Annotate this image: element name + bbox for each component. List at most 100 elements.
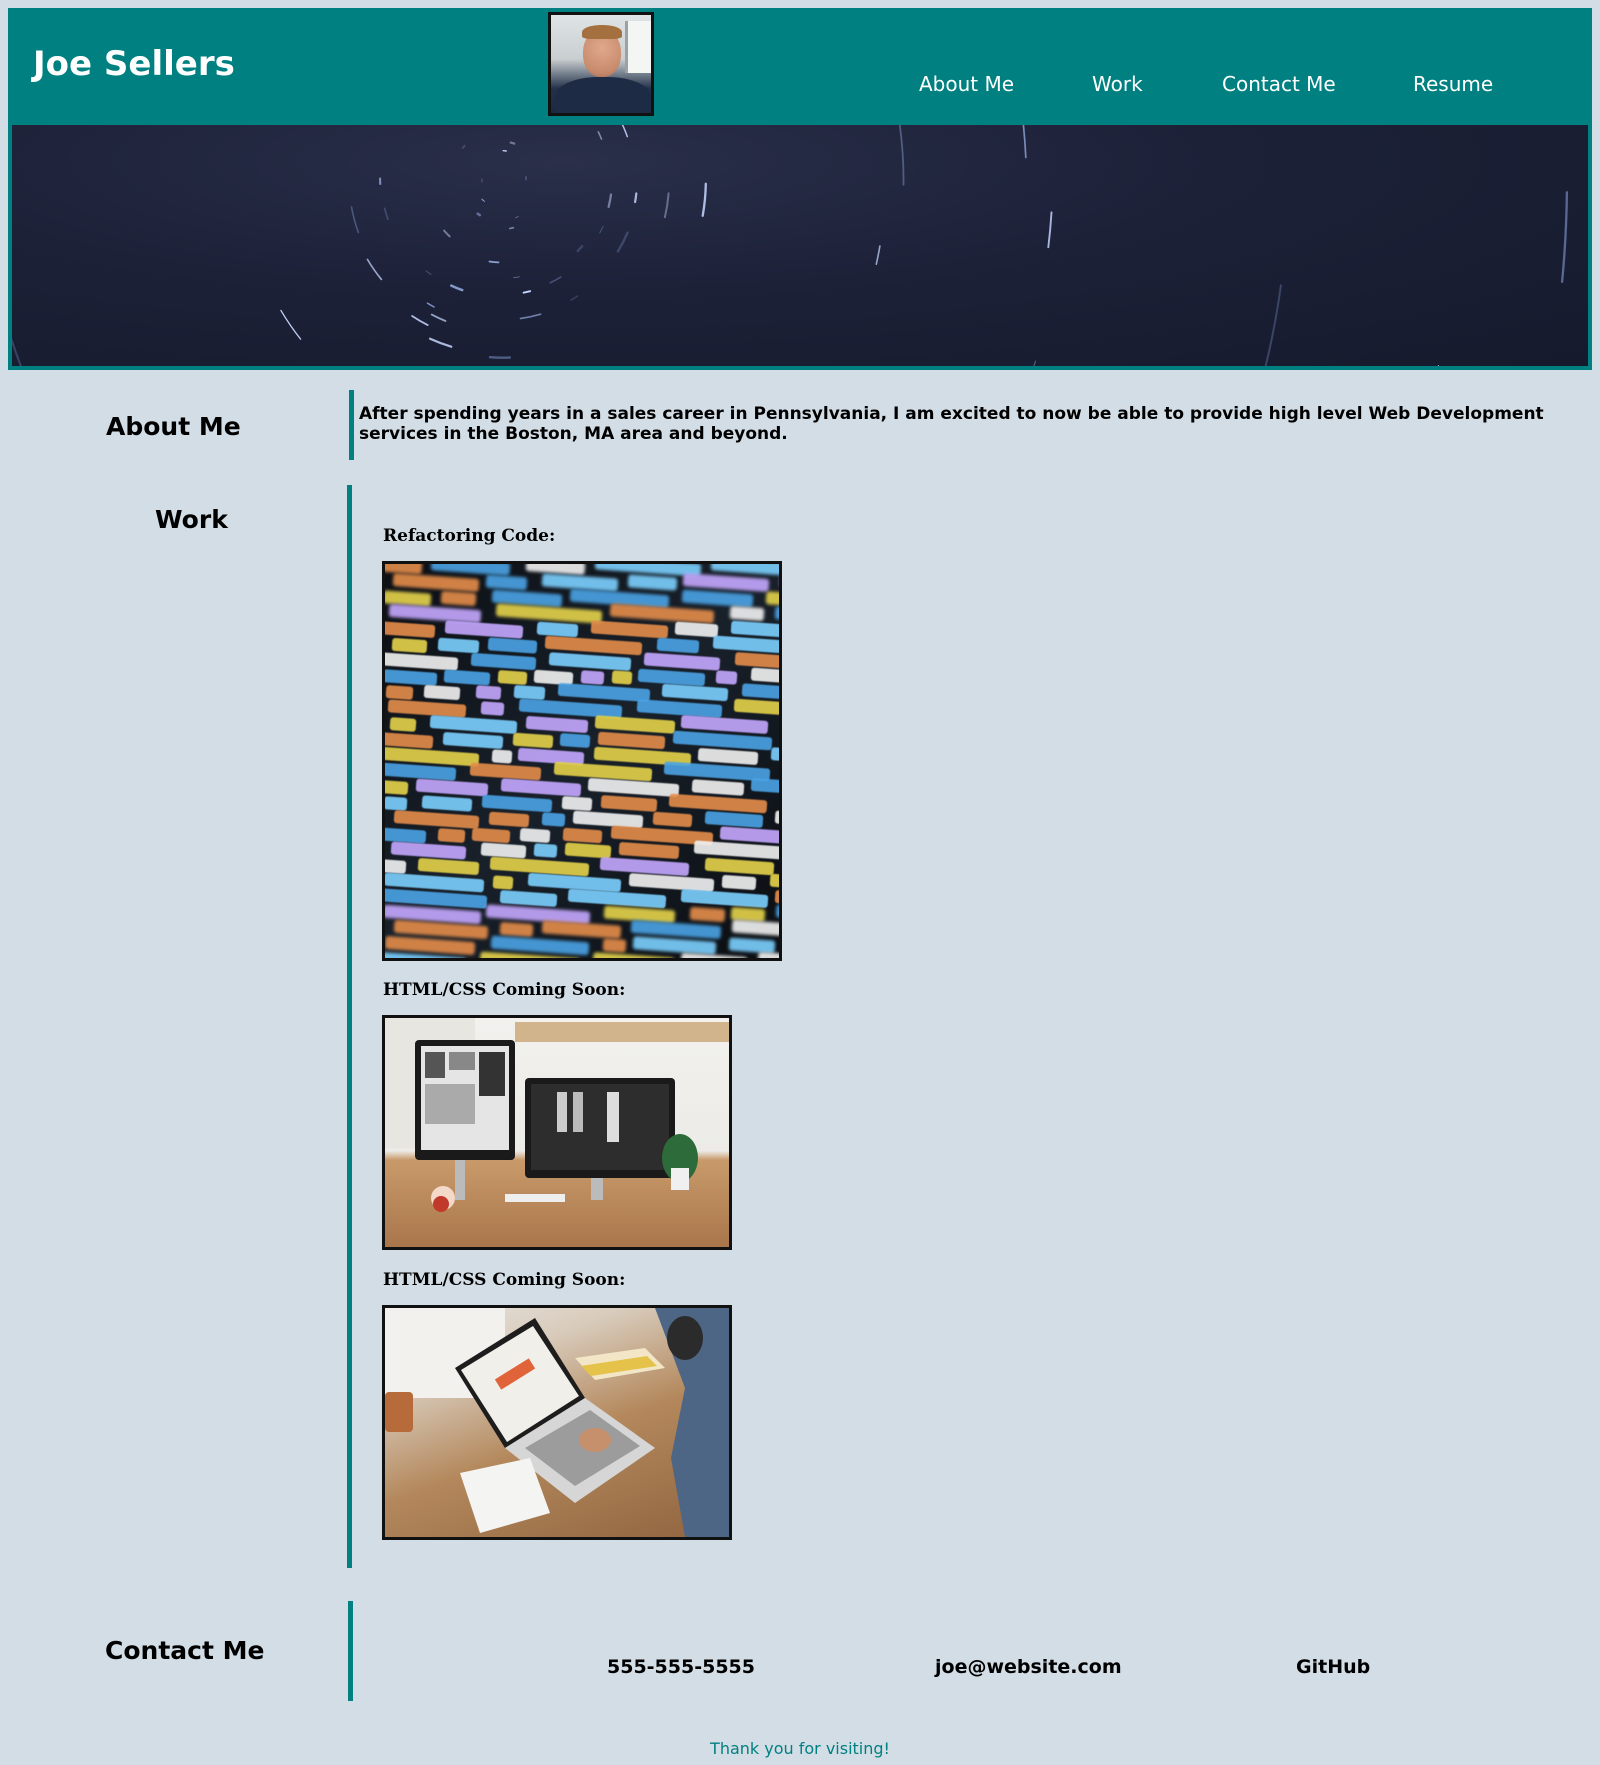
code-token bbox=[393, 809, 480, 829]
star-trail bbox=[450, 284, 464, 292]
code-token bbox=[611, 669, 633, 685]
laptop-workspace-image[interactable] bbox=[382, 1305, 732, 1540]
star-trail bbox=[508, 226, 515, 230]
code-token bbox=[750, 778, 779, 798]
code-token bbox=[385, 731, 433, 749]
code-token bbox=[705, 810, 765, 828]
code-token bbox=[600, 795, 658, 812]
code-token bbox=[440, 590, 478, 606]
desktop-monitors-image[interactable] bbox=[382, 1015, 732, 1250]
star-trail bbox=[476, 212, 482, 217]
code-token bbox=[567, 888, 667, 909]
code-token bbox=[682, 572, 770, 592]
code-token bbox=[715, 669, 738, 685]
code-token bbox=[766, 590, 779, 606]
code-token bbox=[780, 574, 782, 590]
star-trail bbox=[515, 216, 519, 219]
star-trail bbox=[426, 302, 435, 308]
star-trail bbox=[898, 125, 905, 186]
star-trail bbox=[12, 337, 23, 366]
star-trail bbox=[663, 192, 670, 219]
nav-link-contact-me[interactable]: Contact Me bbox=[1222, 72, 1336, 96]
work-item-label: Refactoring Code: bbox=[383, 526, 556, 546]
code-token bbox=[661, 684, 729, 702]
star-trail bbox=[509, 141, 516, 145]
code-token bbox=[636, 699, 723, 719]
code-token bbox=[519, 827, 551, 843]
code-token bbox=[525, 564, 585, 576]
code-token bbox=[656, 637, 701, 654]
code-token bbox=[590, 620, 669, 639]
code-token bbox=[443, 731, 505, 749]
code-token bbox=[497, 669, 528, 685]
star-trail bbox=[597, 131, 603, 140]
code-token bbox=[559, 732, 591, 748]
code-token bbox=[491, 748, 513, 764]
nav-link-about-me[interactable]: About Me bbox=[919, 72, 1014, 96]
code-token bbox=[385, 652, 459, 671]
contact-phone[interactable]: 555-555-5555 bbox=[607, 1656, 755, 1678]
star-trail bbox=[430, 313, 447, 322]
code-token bbox=[562, 827, 602, 843]
code-token bbox=[481, 794, 553, 813]
contact-email-link[interactable]: joe@website.com bbox=[935, 1656, 1122, 1678]
star-trail bbox=[383, 207, 389, 221]
star-trail bbox=[701, 182, 707, 217]
code-token bbox=[774, 810, 779, 829]
work-heading: Work bbox=[155, 505, 228, 534]
nav-link-resume[interactable]: Resume bbox=[1413, 72, 1493, 96]
work-item-label: HTML/CSS Coming Soon: bbox=[383, 1270, 626, 1290]
code-token bbox=[691, 779, 745, 796]
star-trail bbox=[875, 245, 881, 265]
code-token bbox=[710, 564, 779, 576]
code-token bbox=[757, 951, 779, 958]
code-token bbox=[597, 731, 666, 750]
about-text: After spending years in a sales career i… bbox=[359, 404, 1544, 444]
code-token bbox=[771, 746, 779, 766]
about-divider bbox=[349, 390, 354, 460]
refactoring-code-image[interactable] bbox=[382, 561, 782, 961]
code-token bbox=[429, 714, 517, 735]
contact-github-link[interactable]: GitHub bbox=[1296, 1656, 1370, 1678]
code-token bbox=[476, 685, 503, 701]
code-token bbox=[775, 903, 779, 925]
star-trail bbox=[1560, 191, 1569, 283]
code-token bbox=[774, 606, 779, 622]
star-trail bbox=[1047, 211, 1053, 249]
star-trail bbox=[411, 315, 429, 326]
site-header: Joe Sellers About Me Work Contact Me Res… bbox=[8, 8, 1592, 125]
code-token bbox=[669, 793, 768, 814]
code-token bbox=[632, 936, 717, 956]
code-token bbox=[592, 952, 675, 958]
star-trail bbox=[549, 276, 562, 284]
code-token bbox=[652, 811, 693, 828]
nav-link-work[interactable]: Work bbox=[1092, 72, 1143, 96]
code-token bbox=[733, 698, 779, 719]
code-token bbox=[781, 731, 782, 749]
code-token bbox=[444, 620, 523, 639]
code-token bbox=[729, 606, 765, 622]
code-token bbox=[385, 564, 422, 575]
star-trail bbox=[576, 244, 584, 253]
code-token bbox=[572, 810, 644, 829]
code-token bbox=[417, 858, 479, 876]
code-token bbox=[423, 685, 461, 701]
contact-heading: Contact Me bbox=[105, 1636, 265, 1665]
footer-text: Thank you for visiting! bbox=[710, 1739, 890, 1758]
star-trail bbox=[425, 270, 432, 276]
code-token bbox=[533, 843, 558, 859]
code-token bbox=[487, 637, 537, 654]
code-token bbox=[674, 621, 719, 638]
star-trail bbox=[519, 313, 542, 320]
code-token bbox=[602, 938, 627, 953]
star-trail bbox=[280, 309, 302, 340]
code-token bbox=[390, 841, 467, 860]
code-token bbox=[415, 778, 488, 797]
code-token bbox=[437, 637, 480, 654]
code-token bbox=[721, 874, 757, 891]
code-token bbox=[681, 589, 754, 608]
star-trail bbox=[1264, 284, 1282, 366]
code-token bbox=[627, 574, 677, 591]
code-token bbox=[561, 795, 592, 812]
code-token bbox=[492, 875, 514, 890]
